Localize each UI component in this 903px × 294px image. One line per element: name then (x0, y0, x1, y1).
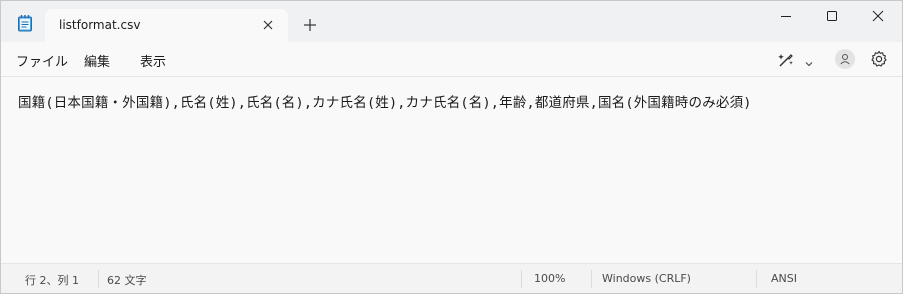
tab-listformat[interactable]: listformat.csv (45, 9, 288, 43)
menu-file[interactable]: ファイル (16, 51, 68, 70)
text-editor[interactable]: 国籍(日本国籍・外国籍),氏名(姓),氏名(名),カナ氏名(姓),カナ氏名(名)… (1, 77, 902, 263)
status-divider (756, 270, 757, 288)
plus-icon[interactable] (303, 17, 317, 31)
account-icon[interactable] (835, 49, 855, 69)
title-bar: listformat.csv (1, 1, 902, 43)
line-ending[interactable]: Windows (CRLF) (602, 272, 691, 285)
status-divider (521, 270, 522, 288)
close-window-button[interactable] (855, 1, 901, 33)
tab-title: listformat.csv (59, 18, 141, 32)
minimize-button[interactable] (763, 1, 809, 33)
cursor-position: 行 2、列 1 (25, 274, 79, 287)
menu-edit[interactable]: 編集 (84, 51, 110, 70)
notepad-window: listformat.csv ファイル 編集 表示 国籍(日本国籍・外国籍),氏… (0, 0, 903, 294)
gear-icon[interactable] (870, 50, 888, 68)
editor-line-1[interactable]: 国籍(日本国籍・外国籍),氏名(姓),氏名(名),カナ氏名(姓),カナ氏名(名)… (18, 91, 752, 111)
close-icon (872, 10, 884, 22)
menu-view[interactable]: 表示 (140, 51, 166, 70)
zoom-level[interactable]: 100% (534, 272, 565, 285)
chevron-down-icon[interactable] (804, 54, 814, 67)
close-icon[interactable] (260, 17, 276, 33)
notepad-icon (17, 14, 33, 32)
maximize-icon (827, 11, 837, 21)
minimize-icon (781, 16, 791, 17)
status-divider (98, 270, 99, 288)
status-divider (591, 270, 592, 288)
maximize-button[interactable] (809, 1, 855, 33)
status-bar: 行 2、列 1 62 文字 100% Windows (CRLF) ANSI (1, 263, 902, 293)
menu-bar: ファイル 編集 表示 (1, 42, 902, 77)
character-count: 62 文字 (107, 274, 147, 287)
encoding[interactable]: ANSI (771, 272, 797, 285)
copilot-icon[interactable] (776, 50, 796, 70)
